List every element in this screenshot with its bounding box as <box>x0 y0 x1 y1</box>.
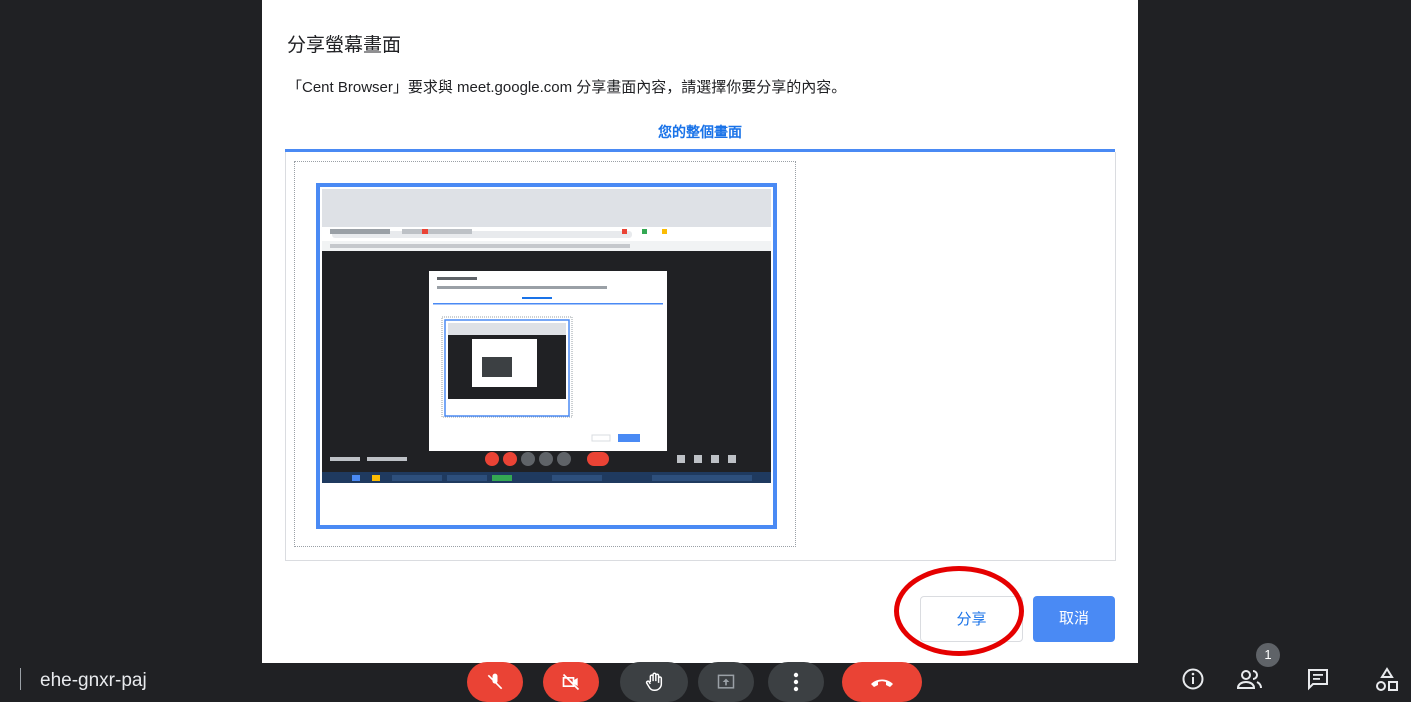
cancel-button[interactable]: 取消 <box>1033 596 1115 642</box>
share-button[interactable]: 分享 <box>920 596 1023 642</box>
mic-off-icon <box>487 673 503 690</box>
meeting-code-text: ehe-gnxr-paj <box>40 670 147 691</box>
tab-label: 您的整個畫面 <box>658 124 742 140</box>
mic-toggle-button[interactable] <box>467 662 523 702</box>
leave-call-button[interactable] <box>842 662 922 702</box>
more-options-button[interactable] <box>768 662 824 702</box>
tab-entire-screen[interactable]: 您的整個畫面 <box>285 112 1115 152</box>
source-panel <box>285 152 1116 561</box>
screen-thumbnail-image <box>322 189 771 483</box>
dialog-description: 「Cent Browser」要求與 meet.google.com 分享畫面內容… <box>287 79 847 96</box>
meeting-code: ehe-gnxr-paj <box>20 670 147 692</box>
activities-button[interactable] <box>1375 667 1399 698</box>
camera-toggle-button[interactable] <box>543 662 599 702</box>
info-icon <box>1182 668 1204 690</box>
screen-thumbnail-frame[interactable] <box>316 183 777 529</box>
people-icon <box>1236 670 1262 689</box>
participants-button[interactable] <box>1235 667 1265 696</box>
activities-icon <box>1376 667 1398 691</box>
share-screen-dialog: 分享螢幕畫面 「Cent Browser」要求與 meet.google.com… <box>262 0 1138 663</box>
hand-icon <box>645 672 663 691</box>
chat-icon <box>1308 669 1328 691</box>
more-vert-icon <box>793 672 799 692</box>
screen-thumbnail <box>322 189 771 483</box>
screen-source-item[interactable] <box>294 161 796 547</box>
present-button[interactable] <box>698 662 754 702</box>
camera-off-icon <box>562 673 580 691</box>
call-end-icon <box>871 679 893 687</box>
participant-count-badge: 1 <box>1256 643 1280 667</box>
chat-button[interactable] <box>1306 667 1330 696</box>
raise-hand-button[interactable] <box>620 662 688 702</box>
present-icon <box>717 674 735 689</box>
dialog-title: 分享螢幕畫面 <box>287 35 402 56</box>
meeting-details-button[interactable] <box>1181 667 1205 696</box>
